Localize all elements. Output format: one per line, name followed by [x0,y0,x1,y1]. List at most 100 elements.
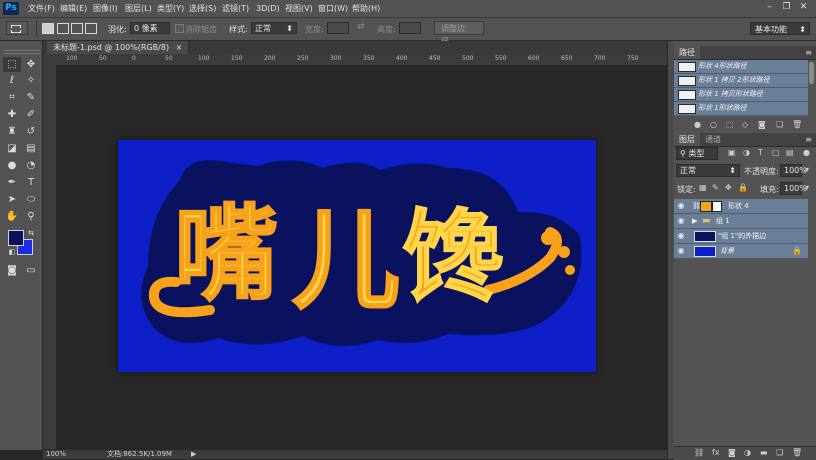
path-item[interactable]: 形状 1 拷贝 2形状路径 [674,74,808,88]
intersect-selection-icon[interactable] [85,23,97,34]
layer-row[interactable]: ◉ ⛓ 形状 4 [674,199,808,214]
visibility-eye-icon[interactable]: ◉ [676,229,686,243]
menu-3d[interactable]: 3D(D) [256,0,280,17]
zoom-level[interactable]: 100% [46,450,66,459]
swap-dimensions-icon[interactable]: ⇄ [357,22,365,32]
add-mask-icon[interactable]: ◙ [728,448,736,457]
layer-row[interactable]: ◉ 背景 🔒 [674,244,808,259]
height-input[interactable] [399,22,421,34]
delete-path-icon[interactable]: 🗑 [792,120,802,129]
add-mask-icon[interactable]: ◙ [758,120,766,129]
close-tab-icon[interactable]: × [176,43,183,52]
ellipse-tool-icon[interactable]: ⬭ [22,192,40,207]
panel-menu-icon[interactable]: ≡ [805,133,812,146]
menu-image[interactable]: 图像(I) [93,0,118,17]
filter-smart-icon[interactable]: ▤ [786,148,794,157]
menu-filter[interactable]: 滤镜(T) [222,0,249,17]
vertical-ruler[interactable] [43,65,57,449]
eraser-tool-icon[interactable]: ◪ [3,141,21,156]
menu-help[interactable]: 帮助(H) [352,0,380,17]
subtract-selection-icon[interactable] [71,23,83,34]
menu-type[interactable]: 类型(Y) [157,0,184,17]
path-selection-icon[interactable]: ➤ [3,192,21,207]
layer-row[interactable]: ◉ "组 1"的外描边 [674,229,808,244]
brush-tool-icon[interactable]: ✐ [22,107,40,122]
new-group-icon[interactable]: ▬ [760,448,768,457]
menu-select[interactable]: 选择(S) [189,0,216,17]
tab-paths[interactable]: 路径 [674,46,700,59]
dodge-tool-icon[interactable]: ◔ [22,158,40,173]
delete-layer-icon[interactable]: 🗑 [792,448,802,457]
quick-mask-icon[interactable]: ◙ [3,263,21,278]
visibility-eye-icon[interactable]: ◉ [676,199,686,213]
artboard[interactable]: 嘴 儿 馋 [118,140,596,372]
visibility-eye-icon[interactable]: ◉ [676,244,686,258]
lock-pixels-icon[interactable]: ✎ [712,183,719,192]
type-tool-icon[interactable]: T [22,175,40,190]
expand-arrow-icon[interactable]: ▶ [692,214,697,228]
chevron-down-icon[interactable]: ▾ [805,165,809,174]
history-brush-icon[interactable]: ↺ [22,124,40,139]
tab-layers[interactable]: 图层 [674,133,700,146]
path-item[interactable]: 形状 1 拷贝形状路径 [674,88,808,102]
path-item[interactable]: 形状 4形状路径 [674,60,808,74]
pen-tool-icon[interactable]: ✒ [3,175,21,190]
screen-mode-icon[interactable]: ▭ [22,263,40,278]
menu-file[interactable]: 文件(F) [28,0,55,17]
foreground-color-swatch[interactable] [8,230,24,246]
menu-window[interactable]: 窗口(W) [318,0,348,17]
ruler-corner[interactable] [43,54,58,65]
zoom-tool-icon[interactable]: ⚲ [22,209,40,224]
minimize-icon[interactable]: – [763,2,776,13]
layer-row[interactable]: ◉ ▶ ▬ 组 1 [674,214,808,229]
paths-scrollbar[interactable] [809,62,814,84]
refine-edge-button[interactable]: 调整边缘... [434,21,484,46]
path-item[interactable]: 形状 1形状路径 [674,102,808,116]
gradient-tool-icon[interactable]: ▤ [22,141,40,156]
menu-layer[interactable]: 图层(L) [125,0,152,17]
adjustment-layer-icon[interactable]: ◑ [744,448,751,457]
filter-shape-icon[interactable]: ▢ [772,148,780,157]
menu-view[interactable]: 视图(V) [285,0,313,17]
marquee-preset-picker[interactable] [6,21,28,35]
hand-tool-icon[interactable]: ✋ [3,209,21,224]
tools-grip[interactable] [4,50,40,54]
crop-tool-icon[interactable]: ⌗ [3,90,21,105]
new-path-icon[interactable]: ❏ [776,120,783,129]
make-path-icon[interactable]: ◇ [742,120,748,129]
layer-style-icon[interactable]: fx [712,448,720,457]
new-layer-icon[interactable]: ❏ [776,448,783,457]
fill-input[interactable]: 100% [780,182,807,195]
lock-all-icon[interactable]: 🔒 [738,183,748,192]
fill-path-icon[interactable]: ● [694,120,701,129]
eyedropper-icon[interactable]: ✎ [22,90,40,105]
document-tab[interactable]: 未标题-1.psd @ 100%(RGB/8) × [47,41,190,54]
feather-input[interactable]: 0 像素 [130,22,170,34]
menu-edit[interactable]: 编辑(E) [60,0,87,17]
healing-brush-icon[interactable]: ✚ [3,107,21,122]
lock-position-icon[interactable]: ✥ [725,183,732,192]
rect-marquee-tool-icon[interactable]: ⬚ [3,57,21,72]
restore-icon[interactable]: ❐ [780,2,793,13]
filter-pixel-icon[interactable]: ▣ [728,148,736,157]
status-menu-arrow-icon[interactable]: ▶ [191,450,196,459]
link-layers-icon[interactable]: ⛓ [694,448,704,457]
blur-tool-icon[interactable]: ● [3,158,21,173]
tab-channels[interactable]: 通道 [700,133,726,146]
magic-wand-icon[interactable]: ✧ [22,73,40,88]
lock-transparent-icon[interactable]: ▦ [699,183,707,192]
move-tool-icon[interactable]: ✥ [22,57,40,72]
layer-filter-select[interactable]: ⚲ 类型 [676,147,718,160]
width-input[interactable] [327,22,349,34]
stroke-path-icon[interactable]: ○ [710,120,717,129]
filter-adjustment-icon[interactable]: ◑ [743,148,750,157]
lasso-tool-icon[interactable]: ℓ [3,73,21,88]
chevron-down-icon[interactable]: ▾ [805,183,809,192]
clone-stamp-icon[interactable]: ♜ [3,124,21,139]
opacity-input[interactable]: 100% [780,164,807,177]
new-selection-icon[interactable] [42,23,54,34]
filter-toggle-icon[interactable]: ● [803,148,810,157]
workspace-select[interactable]: 基本功能 ⬍ [750,22,810,35]
horizontal-ruler[interactable]: 100 50 0 50 100 150 200 250 300 350 400 450 500 550 60… [58,54,667,66]
add-to-selection-icon[interactable] [57,23,69,34]
